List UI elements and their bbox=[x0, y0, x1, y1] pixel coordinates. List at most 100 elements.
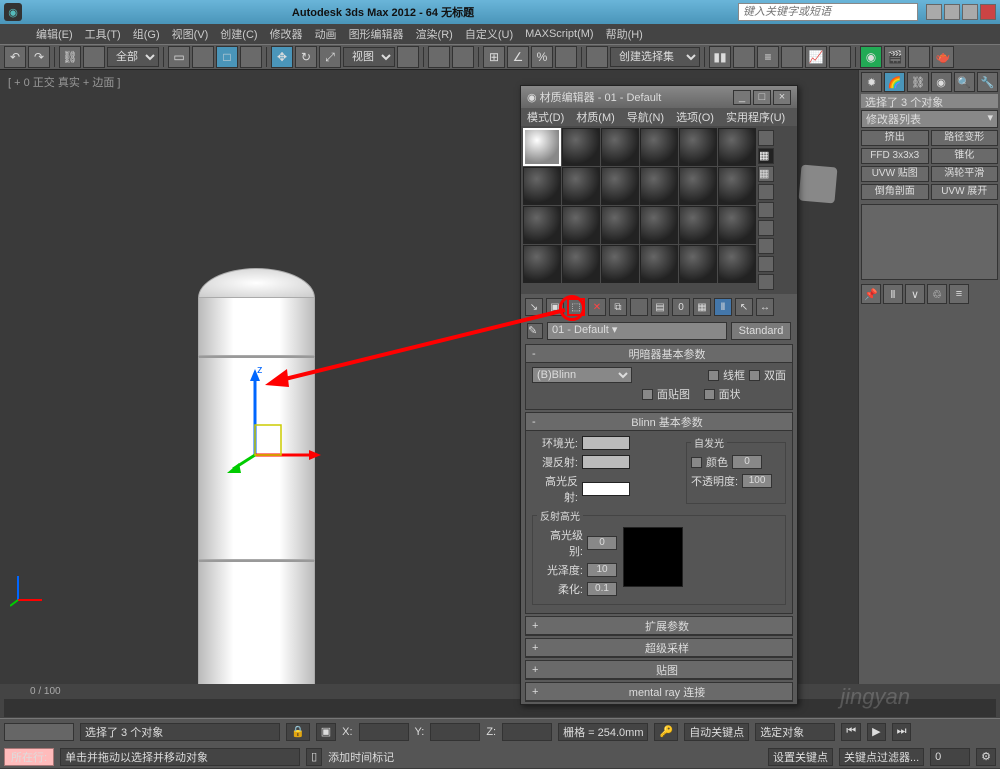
opacity-spinner[interactable]: 100 bbox=[742, 474, 772, 488]
menu-help[interactable]: 帮助(H) bbox=[606, 26, 643, 42]
make-unique-button[interactable]: ∨ bbox=[905, 284, 925, 304]
facemap-checkbox[interactable] bbox=[642, 389, 653, 400]
mod-turbosmooth[interactable]: 涡轮平滑 bbox=[931, 166, 999, 182]
redo-button[interactable]: ↷ bbox=[28, 46, 50, 68]
selfillum-checkbox[interactable] bbox=[691, 457, 702, 468]
mirror-button[interactable]: ▮▮ bbox=[709, 46, 731, 68]
y-field[interactable] bbox=[430, 723, 480, 741]
material-slot[interactable] bbox=[640, 167, 678, 205]
undo-button[interactable]: ↶ bbox=[4, 46, 26, 68]
frame-field[interactable]: 0 bbox=[930, 748, 970, 766]
mod-unwrap[interactable]: UVW 展开 bbox=[931, 184, 999, 200]
select-object-button[interactable]: ▭ bbox=[168, 46, 190, 68]
key-mode-dropdown[interactable]: 选定对象 bbox=[755, 723, 835, 741]
menu-group[interactable]: 组(G) bbox=[133, 26, 160, 42]
configure-button[interactable]: ≡ bbox=[949, 284, 969, 304]
named-selset-dropdown[interactable]: 创建选择集 bbox=[610, 47, 700, 67]
material-name-dropdown[interactable]: 01 - Default ▾ bbox=[547, 322, 727, 340]
rollout-blinn-params[interactable]: -Blinn 基本参数 bbox=[526, 413, 792, 431]
keyboard-shortcut-button[interactable] bbox=[452, 46, 474, 68]
keyfilters-button[interactable]: 关键点过滤器... bbox=[839, 748, 924, 766]
go-parent-button[interactable]: ↖ bbox=[735, 298, 753, 316]
glossiness-spinner[interactable]: 10 bbox=[587, 563, 617, 577]
tab-display[interactable]: 🔍 bbox=[954, 72, 975, 92]
remove-mod-button[interactable]: ♲ bbox=[927, 284, 947, 304]
make-preview-button[interactable] bbox=[758, 220, 774, 236]
material-editor-titlebar[interactable]: ◉ 材质编辑器 - 01 - Default _ □ × bbox=[521, 86, 797, 108]
material-slot[interactable] bbox=[523, 245, 561, 283]
material-slot[interactable] bbox=[562, 206, 600, 244]
diffuse-swatch[interactable] bbox=[582, 455, 630, 469]
faceted-checkbox[interactable] bbox=[704, 389, 715, 400]
matlib-button[interactable] bbox=[758, 274, 774, 290]
specular-swatch[interactable] bbox=[582, 482, 630, 496]
material-slot[interactable] bbox=[601, 128, 639, 166]
tab-utilities[interactable]: 🔧 bbox=[977, 72, 998, 92]
material-slot[interactable] bbox=[718, 167, 756, 205]
unlink-button[interactable] bbox=[83, 46, 105, 68]
menu-maxscript[interactable]: MAXScript(M) bbox=[525, 28, 593, 40]
manipulate-button[interactable] bbox=[428, 46, 450, 68]
tab-modify[interactable]: 🌈 bbox=[884, 72, 905, 92]
script-listener[interactable] bbox=[4, 723, 74, 741]
tab-hierarchy[interactable]: ⛓ bbox=[907, 72, 928, 92]
mod-extrude[interactable]: 挤出 bbox=[861, 130, 929, 146]
ref-coord-dropdown[interactable]: 视图 bbox=[343, 47, 395, 67]
mat-menu-options[interactable]: 选项(O) bbox=[676, 109, 714, 125]
maximize-button[interactable] bbox=[962, 4, 978, 20]
material-slot[interactable] bbox=[601, 206, 639, 244]
shader-dropdown[interactable]: (B)Blinn bbox=[532, 367, 632, 383]
material-slot[interactable] bbox=[562, 128, 600, 166]
mod-pathdeform[interactable]: 路径变形 bbox=[931, 130, 999, 146]
put-to-lib-button[interactable]: ▤ bbox=[651, 298, 669, 316]
snap-toggle-button[interactable]: ⊞ bbox=[483, 46, 505, 68]
mat-menu-nav[interactable]: 导航(N) bbox=[627, 109, 664, 125]
material-slot[interactable] bbox=[640, 128, 678, 166]
isolate-icon[interactable]: ▣ bbox=[316, 723, 336, 741]
spinner-snap-button[interactable] bbox=[555, 46, 577, 68]
mat-menu-util[interactable]: 实用程序(U) bbox=[726, 109, 785, 125]
menu-edit[interactable]: 编辑(E) bbox=[36, 26, 73, 42]
mat-menu-material[interactable]: 材质(M) bbox=[576, 109, 615, 125]
close-button[interactable] bbox=[980, 4, 996, 20]
spec-level-spinner[interactable]: 0 bbox=[587, 536, 617, 550]
material-editor-button[interactable]: ◉ bbox=[860, 46, 882, 68]
show-end-result-button[interactable]: Ⅱ bbox=[714, 298, 732, 316]
edit-selection-button[interactable] bbox=[586, 46, 608, 68]
percent-snap-button[interactable]: % bbox=[531, 46, 553, 68]
dialog-close-button[interactable]: × bbox=[773, 90, 791, 105]
select-name-button[interactable] bbox=[192, 46, 214, 68]
render-button[interactable]: 🫖 bbox=[932, 46, 954, 68]
material-slot[interactable] bbox=[640, 245, 678, 283]
rollout-mentalray[interactable]: +mental ray 连接 bbox=[526, 683, 792, 701]
menu-modifiers[interactable]: 修改器 bbox=[270, 26, 303, 42]
soften-spinner[interactable]: 0.1 bbox=[587, 582, 617, 596]
assign-to-selection-button[interactable]: ⬚ bbox=[567, 298, 585, 316]
get-material-button[interactable]: ↘ bbox=[525, 298, 543, 316]
material-slot-1[interactable] bbox=[523, 128, 561, 166]
graphite-button[interactable] bbox=[781, 46, 803, 68]
add-tag-icon[interactable]: ▯ bbox=[306, 748, 322, 766]
play-button[interactable]: ▶ bbox=[867, 723, 885, 741]
window-crossing-button[interactable] bbox=[240, 46, 262, 68]
render-setup-button[interactable]: 🎬 bbox=[884, 46, 906, 68]
mod-taper[interactable]: 锥化 bbox=[931, 148, 999, 164]
pin-stack-button[interactable]: 📌 bbox=[861, 284, 881, 304]
material-slot[interactable] bbox=[523, 206, 561, 244]
go-sibling-button[interactable]: ↔ bbox=[756, 298, 774, 316]
material-slot[interactable] bbox=[562, 245, 600, 283]
layers-button[interactable]: ≡ bbox=[757, 46, 779, 68]
viewport-label[interactable]: [ + 0 正交 真实 + 边面 ] bbox=[8, 74, 120, 90]
material-slot[interactable] bbox=[679, 245, 717, 283]
pick-button[interactable]: ✎ bbox=[527, 323, 543, 339]
view-cube[interactable] bbox=[798, 164, 837, 203]
rollout-maps[interactable]: +贴图 bbox=[526, 661, 792, 679]
material-slot[interactable] bbox=[601, 167, 639, 205]
reset-map-button[interactable]: ✕ bbox=[588, 298, 606, 316]
mat-id-button[interactable]: 0 bbox=[672, 298, 690, 316]
menu-render[interactable]: 渲染(R) bbox=[416, 26, 453, 42]
tab-motion[interactable]: ◉ bbox=[931, 72, 952, 92]
rollout-supersample[interactable]: +超级采样 bbox=[526, 639, 792, 657]
pivot-button[interactable] bbox=[397, 46, 419, 68]
material-slot[interactable] bbox=[679, 128, 717, 166]
